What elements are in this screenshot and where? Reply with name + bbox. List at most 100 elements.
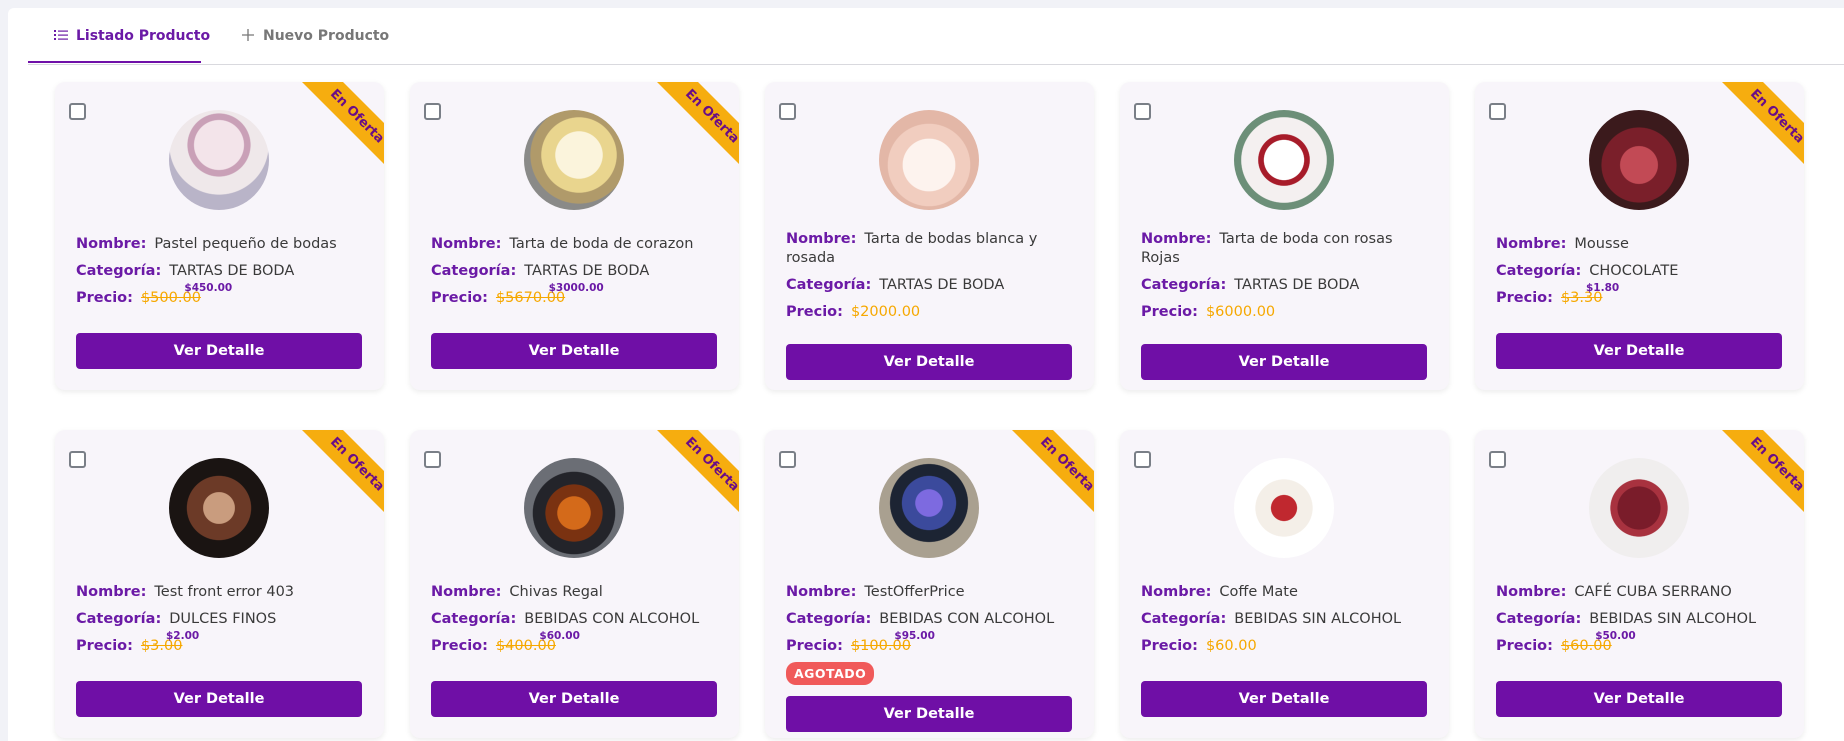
name-label: Nombre: <box>786 584 857 600</box>
product-card: En Oferta Nombre: Test front error 403 Ca… <box>55 430 384 738</box>
offer-price: $60.00 <box>539 630 580 642</box>
product-category: BEBIDAS SIN ALCOHOL <box>1234 611 1402 627</box>
ver-detalle-button[interactable]: Ver Detalle <box>1141 344 1427 380</box>
offer-ribbon-label: En Oferta <box>1003 430 1094 526</box>
tab-nuevo-producto[interactable]: Nuevo Producto <box>241 28 389 64</box>
name-label: Nombre: <box>1496 584 1567 600</box>
product-category: BEBIDAS CON ALCOHOL <box>879 611 1055 627</box>
product-name: Coffe Mate <box>1219 584 1298 600</box>
category-label: Categoría: <box>786 277 872 293</box>
price-row: Precio: $60.00 $50.00 <box>1496 630 1790 656</box>
price-row: Precio: $2000.00 <box>786 303 1080 322</box>
select-checkbox[interactable] <box>1489 103 1506 120</box>
product-image <box>1234 458 1334 558</box>
select-checkbox[interactable] <box>1134 103 1151 120</box>
product-info: Nombre: Chivas Regal Categoría: BEBIDAS CO… <box>431 583 725 664</box>
plus-icon <box>241 28 255 45</box>
product-category: CHOCOLATE <box>1589 263 1679 279</box>
price-row: Precio: $60.00 <box>1141 637 1435 656</box>
offer-ribbon: En Oferta <box>288 82 384 178</box>
price: $6000.00 <box>1205 304 1276 320</box>
product-card: En Oferta Nombre: CAFÉ CUBA SERRANO Categ… <box>1475 430 1804 738</box>
category-row: Categoría: TARTAS DE BODA <box>786 276 1080 295</box>
ver-detalle-button[interactable]: Ver Detalle <box>1141 681 1427 717</box>
select-checkbox[interactable] <box>424 451 441 468</box>
offer-price: $1.80 <box>1586 282 1620 294</box>
product-name: Pastel pequeño de bodas <box>154 236 337 252</box>
select-checkbox[interactable] <box>424 103 441 120</box>
select-checkbox[interactable] <box>779 451 796 468</box>
price: $2000.00 <box>850 304 921 320</box>
price-row: Precio: $100.00 $95.00 <box>786 630 1080 656</box>
offer-ribbon-label: En Oferta <box>1713 430 1804 526</box>
offer-ribbon: En Oferta <box>1708 430 1804 526</box>
name-row: Nombre: Mousse <box>1496 235 1790 254</box>
name-label: Nombre: <box>786 231 857 247</box>
product-category: TARTAS DE BODA <box>524 263 650 279</box>
sold-out-badge: AGOTADO <box>786 662 875 685</box>
list-icon <box>54 28 68 44</box>
name-label: Nombre: <box>431 584 502 600</box>
category-label: Categoría: <box>1141 611 1227 627</box>
product-category: TARTAS DE BODA <box>879 277 1005 293</box>
select-checkbox[interactable] <box>69 103 86 120</box>
ver-detalle-button[interactable]: Ver Detalle <box>1496 333 1782 369</box>
product-image <box>524 458 624 558</box>
ver-detalle-button[interactable]: Ver Detalle <box>786 344 1072 380</box>
ver-detalle-button[interactable]: Ver Detalle <box>786 696 1072 732</box>
product-category: TARTAS DE BODA <box>169 263 295 279</box>
name-row: Nombre: Tarta de bodas blanca y rosada <box>786 230 1080 268</box>
product-image <box>524 110 624 210</box>
product-card: En Oferta Nombre: TestOfferPrice Categorí… <box>765 430 1094 738</box>
product-image <box>1589 110 1689 210</box>
product-name: TestOfferPrice <box>864 584 965 600</box>
product-name: Tarta de boda de corazon <box>509 236 694 252</box>
category-label: Categoría: <box>786 611 872 627</box>
ver-detalle-button[interactable]: Ver Detalle <box>76 333 362 369</box>
ver-detalle-button[interactable]: Ver Detalle <box>76 681 362 717</box>
ver-detalle-button[interactable]: Ver Detalle <box>1496 681 1782 717</box>
price-row: Precio: $3.00 $2.00 <box>76 630 370 656</box>
name-row: Nombre: Pastel pequeño de bodas <box>76 235 370 254</box>
category-row: Categoría: BEBIDAS SIN ALCOHOL <box>1141 610 1435 629</box>
name-row: Nombre: Test front error 403 <box>76 583 370 602</box>
product-card: En Oferta Nombre: Chivas Regal Categoría:… <box>410 430 739 738</box>
category-row: Categoría: TARTAS DE BODA <box>1141 276 1435 295</box>
ver-detalle-button[interactable]: Ver Detalle <box>431 681 717 717</box>
product-category: DULCES FINOS <box>169 611 277 627</box>
select-checkbox[interactable] <box>779 103 796 120</box>
price-label: Precio: <box>1141 304 1198 320</box>
category-label: Categoría: <box>431 263 517 279</box>
select-checkbox[interactable] <box>1489 451 1506 468</box>
price-label: Precio: <box>1141 638 1198 654</box>
select-checkbox[interactable] <box>69 451 86 468</box>
product-image <box>169 458 269 558</box>
product-info: Nombre: TestOfferPrice Categoría: BEBIDAS … <box>786 583 1080 693</box>
offer-ribbon-label: En Oferta <box>648 430 739 526</box>
product-info: Nombre: Mousse Categoría: CHOCOLATE Precio… <box>1496 235 1790 316</box>
offer-ribbon: En Oferta <box>288 430 384 526</box>
price-label: Precio: <box>76 290 133 306</box>
stock-row: AGOTADO <box>786 662 1080 685</box>
price-label: Precio: <box>1496 290 1553 306</box>
tab-listado-producto[interactable]: Listado Producto <box>54 28 210 64</box>
product-image <box>1234 110 1334 210</box>
name-row: Nombre: CAFÉ CUBA SERRANO <box>1496 583 1790 602</box>
product-info: Nombre: Coffe Mate Categoría: BEBIDAS SIN … <box>1141 583 1435 664</box>
active-tab-indicator <box>28 61 201 63</box>
price-label: Precio: <box>786 304 843 320</box>
product-info: Nombre: CAFÉ CUBA SERRANO Categoría: BEBID… <box>1496 583 1790 664</box>
offer-ribbon: En Oferta <box>643 82 739 178</box>
name-label: Nombre: <box>76 236 147 252</box>
product-category: BEBIDAS SIN ALCOHOL <box>1589 611 1757 627</box>
product-name: Test front error 403 <box>154 584 295 600</box>
name-label: Nombre: <box>1141 584 1212 600</box>
ver-detalle-button[interactable]: Ver Detalle <box>431 333 717 369</box>
category-label: Categoría: <box>76 611 162 627</box>
offer-ribbon-label: En Oferta <box>293 430 384 526</box>
select-checkbox[interactable] <box>1134 451 1151 468</box>
price-label: Precio: <box>786 638 843 654</box>
price-label: Precio: <box>431 638 488 654</box>
price-row: Precio: $400.00 $60.00 <box>431 630 725 656</box>
product-category: BEBIDAS CON ALCOHOL <box>524 611 700 627</box>
